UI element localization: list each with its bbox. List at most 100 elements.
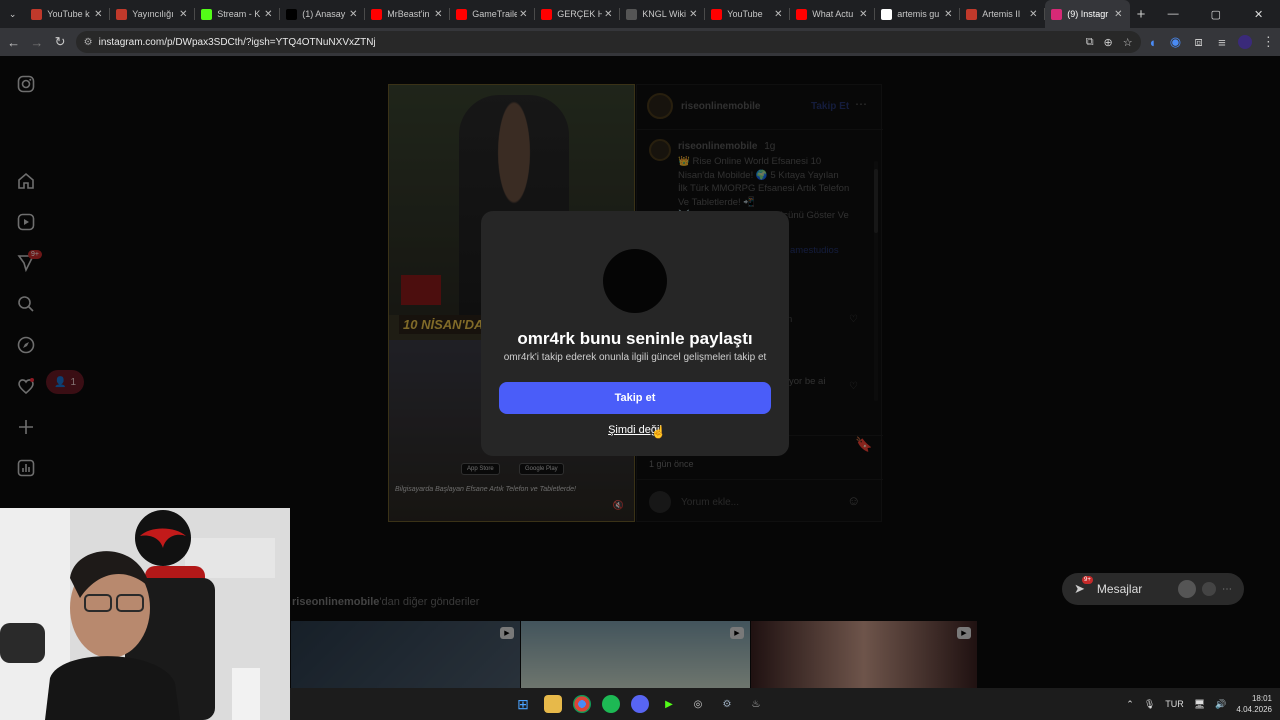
messages-pill-badge: 9+	[1082, 576, 1093, 584]
url-text: instagram.com/p/DWpax3SDCth/?igsh=YTQ4OT…	[98, 36, 376, 48]
tab-label: What Actu	[812, 9, 854, 19]
extension-sound-icon[interactable]: ◖	[1141, 30, 1164, 54]
dialog-subtitle: omr4rk'i takip ederek onunla ilgili günc…	[503, 352, 767, 363]
tab-close-icon[interactable]: ✕	[857, 9, 869, 20]
file-explorer-icon[interactable]	[544, 695, 562, 713]
minimize-button[interactable]: —	[1152, 8, 1195, 20]
forward-button[interactable]: →	[25, 30, 48, 54]
extension-translate-icon[interactable]: ◉	[1164, 30, 1187, 54]
browser-tab[interactable]: Artemis II ✕	[960, 0, 1046, 28]
new-tab-button[interactable]: +	[1130, 6, 1151, 23]
tab-close-icon[interactable]: ✕	[92, 9, 104, 20]
tab-close-icon[interactable]: ✕	[687, 9, 699, 20]
tab-label: YouTube k	[47, 9, 90, 19]
kick-app-icon[interactable]: ▶	[660, 695, 678, 713]
tab-label: GameTraile	[472, 9, 518, 19]
not-now-button[interactable]: Şimdi değil	[481, 424, 789, 436]
x-icon	[286, 8, 298, 20]
tab-label: (1) Anasay	[302, 9, 346, 19]
volume-icon[interactable]: 🔊	[1215, 699, 1226, 710]
tab-label: Artemis II	[982, 9, 1021, 19]
bookmark-icon	[966, 8, 978, 20]
back-button[interactable]: ←	[2, 30, 25, 54]
sparkle-icon	[31, 8, 43, 20]
tab-close-icon[interactable]: ✕	[262, 9, 274, 20]
youtube-icon	[541, 8, 553, 20]
tab-label: YouTube	[727, 9, 763, 19]
webcam-overlay	[0, 508, 290, 720]
profile-avatar[interactable]	[1234, 30, 1257, 54]
dialog-title: omr4rk bunu seninle paylaştı	[517, 329, 753, 348]
browser-tab[interactable]: GameTraile ✕	[450, 0, 536, 28]
start-windows-icon[interactable]: ⊞	[514, 695, 532, 713]
reload-button[interactable]: ↻	[48, 30, 71, 54]
messages-icon: ➤ 9+	[1074, 576, 1093, 596]
browser-tab[interactable]: YouTube ✕	[705, 0, 791, 28]
browser-tab[interactable]: KNGL Wiki ✕	[620, 0, 706, 28]
mouse-cursor-icon: ☝	[651, 425, 666, 439]
follow-button[interactable]: Takip et	[499, 382, 771, 414]
youtube-icon	[371, 8, 383, 20]
tab-search-button[interactable]: ⌄	[0, 0, 25, 28]
tab-label: artemis gu	[897, 9, 940, 19]
install-app-icon[interactable]: ⧉	[1086, 36, 1094, 49]
tab-label: Yayıncılığı	[132, 9, 174, 19]
messages-floating-button[interactable]: ➤ 9+ Mesajlar ⋯	[1062, 573, 1244, 605]
tab-label: (9) Instagr	[1067, 9, 1109, 19]
discord-icon[interactable]	[631, 695, 649, 713]
share-follow-dialog: omr4rk bunu seninle paylaştı omr4rk'i ta…	[481, 211, 789, 456]
address-bar[interactable]: ⚙ instagram.com/p/DWpax3SDCth/?igsh=YTQ4…	[75, 31, 1141, 53]
clock[interactable]: 18:01 4.04.2026	[1236, 693, 1272, 715]
media-control-icon[interactable]: ≡	[1210, 30, 1233, 54]
tab-label: KNGL Wiki	[642, 9, 686, 19]
microphone-icon[interactable]: 🎙	[1144, 699, 1155, 710]
sharer-avatar	[603, 249, 667, 313]
instagram-icon	[1051, 8, 1063, 20]
messages-label: Mesajlar	[1096, 582, 1143, 596]
settings-gear-icon[interactable]: ⚙	[718, 695, 736, 713]
tab-close-icon[interactable]: ✕	[347, 9, 359, 20]
tab-close-icon[interactable]: ✕	[177, 9, 189, 20]
zoom-icon[interactable]: ⊕	[1104, 36, 1113, 49]
obs-icon[interactable]: ◎	[689, 695, 707, 713]
tab-close-icon[interactable]: ✕	[1027, 9, 1039, 20]
browser-tab[interactable]: (9) Instagr ✕	[1045, 0, 1131, 28]
tab-close-icon[interactable]: ✕	[432, 9, 444, 20]
tab-close-icon[interactable]: ✕	[772, 9, 784, 20]
browser-tab[interactable]: GERÇEK H ✕	[535, 0, 621, 28]
spotify-icon[interactable]	[602, 695, 620, 713]
google-icon	[881, 8, 893, 20]
browser-tab[interactable]: Stream - K ✕	[195, 0, 281, 28]
extensions-puzzle-icon[interactable]: ⧈	[1187, 30, 1210, 54]
browser-tab[interactable]: What Actu ✕	[790, 0, 876, 28]
browser-tab[interactable]: YouTube k ✕	[25, 0, 111, 28]
more-icon: ⋯	[1222, 583, 1232, 595]
browser-tab[interactable]: MrBeast'in ✕	[365, 0, 451, 28]
tab-strip: ⌄ YouTube k ✕ Yayıncılığı ✕ Stream - K ✕ (1) A…	[0, 0, 1280, 28]
close-window-button[interactable]: ✕	[1237, 8, 1280, 21]
tab-label: MrBeast'in	[387, 9, 430, 19]
browser-toolbar: ← → ↻ ⚙ instagram.com/p/DWpax3SDCth/?igs…	[0, 28, 1280, 56]
network-icon[interactable]: 🖥	[1194, 699, 1205, 710]
system-tray: ⌃ 🎙 TUR 🖥 🔊 18:01 4.04.2026	[1126, 688, 1272, 720]
tab-close-icon[interactable]: ✕	[1112, 9, 1124, 20]
tab-close-icon[interactable]: ✕	[942, 9, 954, 20]
shield-icon	[626, 8, 638, 20]
site-info-icon[interactable]: ⚙	[84, 37, 93, 48]
chrome-icon[interactable]	[573, 695, 591, 713]
browser-tab[interactable]: (1) Anasay ✕	[280, 0, 366, 28]
clock-date: 4.04.2026	[1236, 705, 1272, 714]
chevron-up-icon[interactable]: ⌃	[1126, 699, 1134, 710]
browser-tab[interactable]: artemis gu ✕	[875, 0, 961, 28]
maximize-button[interactable]: ▢	[1194, 8, 1237, 21]
browser-menu-icon[interactable]: ⋮	[1257, 30, 1280, 54]
steam-icon[interactable]: ♨	[747, 695, 765, 713]
input-language[interactable]: TUR	[1165, 699, 1184, 709]
tab-close-icon[interactable]: ✕	[602, 9, 614, 20]
sparkle-icon	[116, 8, 128, 20]
kick-icon	[201, 8, 213, 20]
tab-close-icon[interactable]: ✕	[517, 9, 529, 20]
tabs-container: YouTube k ✕ Yayıncılığı ✕ Stream - K ✕ (1) Ana…	[25, 0, 1131, 28]
bookmark-star-icon[interactable]: ☆	[1123, 36, 1133, 49]
browser-tab[interactable]: Yayıncılığı ✕	[110, 0, 196, 28]
